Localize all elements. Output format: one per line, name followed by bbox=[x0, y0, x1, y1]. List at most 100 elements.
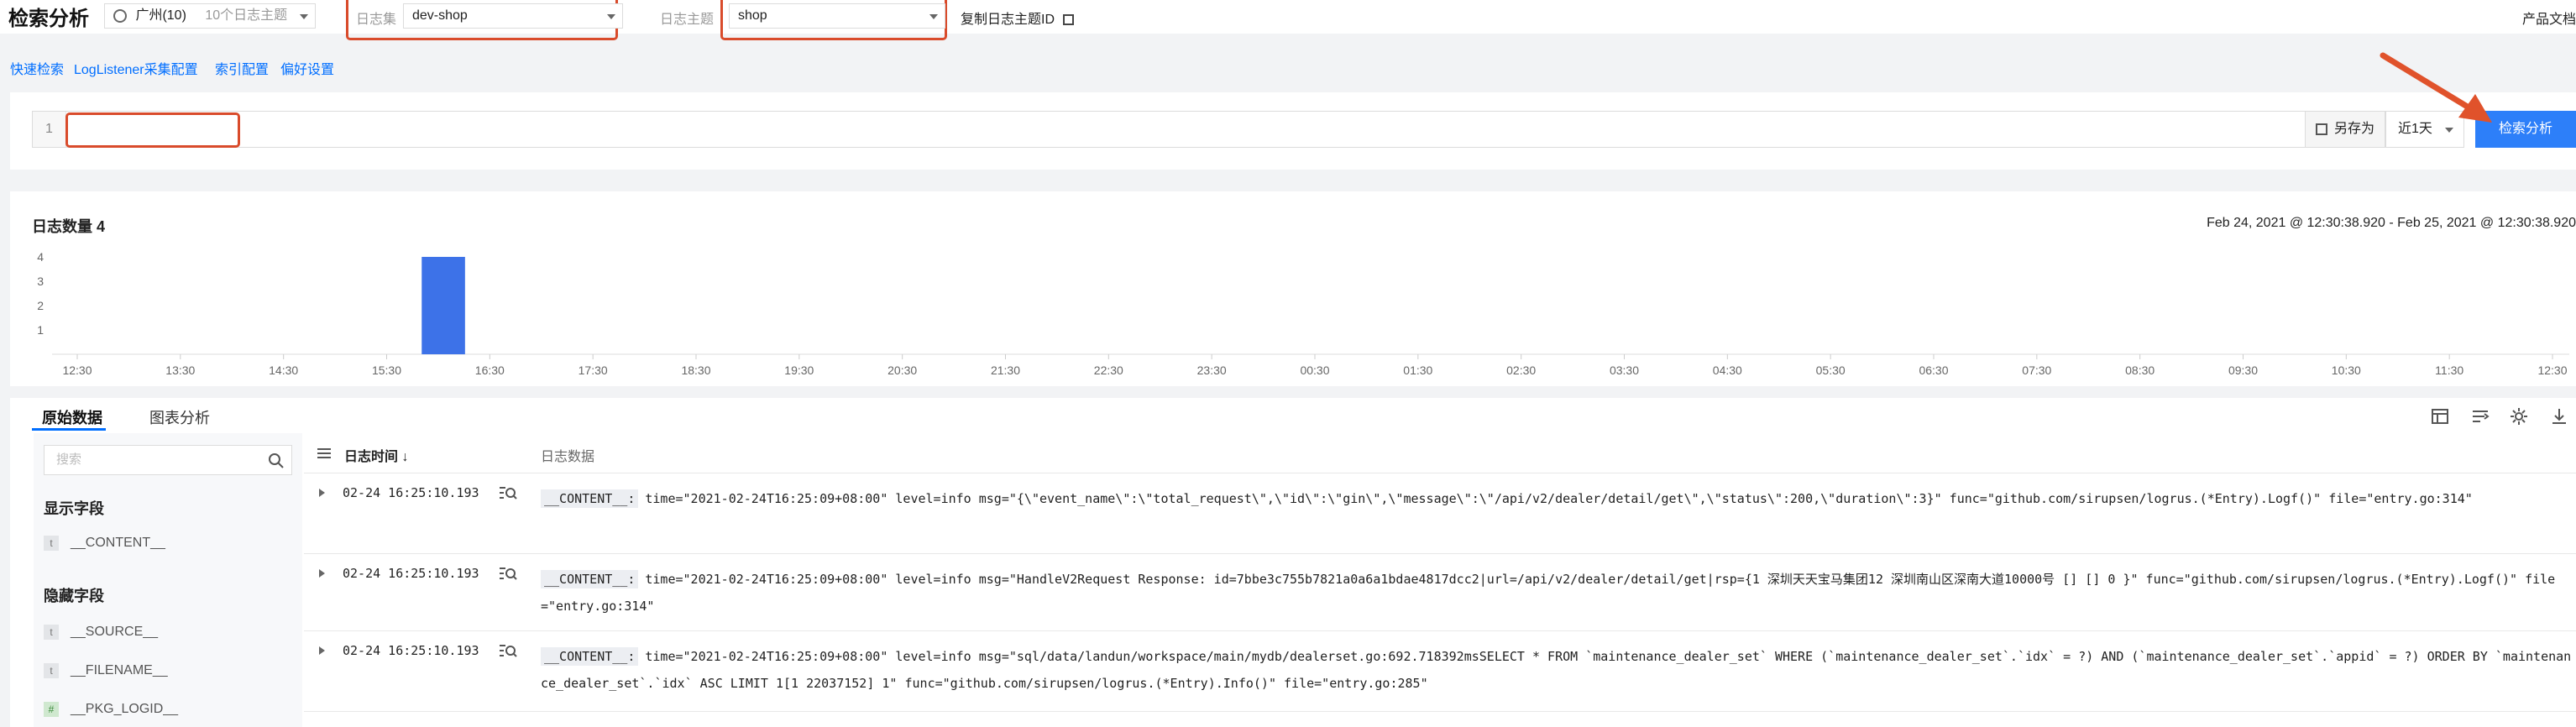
x-tick-label: 17:30 bbox=[579, 364, 608, 377]
x-tick-label: 12:30 bbox=[62, 364, 92, 377]
content-key: __CONTENT__: bbox=[541, 570, 639, 588]
globe-icon bbox=[113, 8, 127, 23]
columns-icon[interactable] bbox=[316, 447, 332, 460]
chart-title: 日志数量 4 bbox=[32, 218, 106, 235]
link-quick-search[interactable]: 快速检索 bbox=[10, 58, 64, 78]
field-name: __FILENAME__ bbox=[71, 663, 168, 678]
row-time: 02-24 16:25:10.193 bbox=[343, 566, 479, 581]
x-tick-label: 18:30 bbox=[681, 364, 710, 377]
text-type-icon: t bbox=[44, 536, 59, 551]
product-doc-link[interactable]: 产品文档 bbox=[2522, 8, 2576, 28]
chevron-down-icon bbox=[929, 14, 938, 19]
row-time: 02-24 16:25:10.193 bbox=[343, 643, 479, 658]
x-tick-label: 21:30 bbox=[991, 364, 1020, 377]
table-row[interactable]: 02-24 16:25:10.193 __CONTENT__: time="202… bbox=[304, 631, 2576, 712]
field-name: __PKG_LOGID__ bbox=[71, 702, 179, 717]
hidden-fields-title: 隐藏字段 bbox=[44, 588, 104, 604]
tab-chart-analysis[interactable]: 图表分析 bbox=[149, 406, 210, 428]
logset-label: 日志集 bbox=[356, 13, 397, 27]
x-tick-label: 23:30 bbox=[1197, 364, 1227, 377]
annotation-arrow bbox=[2380, 52, 2492, 123]
x-tick-label: 04:30 bbox=[1713, 364, 1742, 377]
query-panel: 1 bbox=[10, 92, 2576, 170]
col-log-time[interactable]: 日志时间 ↓ bbox=[344, 445, 408, 465]
field-search-placeholder: 搜索 bbox=[56, 452, 82, 467]
text-type-icon: t bbox=[44, 625, 59, 640]
region-label: 广州(10) bbox=[135, 8, 186, 23]
sort-down-icon: ↓ bbox=[401, 450, 409, 464]
field-item[interactable]: t __FILENAME__ bbox=[44, 663, 168, 678]
context-search-icon[interactable] bbox=[499, 566, 517, 583]
y-tick-label: 4 bbox=[37, 250, 44, 264]
x-tick-label: 06:30 bbox=[1919, 364, 1948, 377]
layout-icon[interactable] bbox=[2430, 406, 2450, 426]
x-tick-label: 15:30 bbox=[372, 364, 401, 377]
context-search-icon[interactable] bbox=[499, 643, 517, 660]
link-bar: 快速检索 LogListener采集配置 索引配置 偏好设置 bbox=[0, 48, 2576, 81]
chevron-down-icon bbox=[2445, 128, 2453, 133]
x-tick-label: 12:30 bbox=[2537, 364, 2567, 377]
col-log-time-label: 日志时间 bbox=[344, 450, 399, 464]
x-tick-label: 01:30 bbox=[1403, 364, 1432, 377]
tab-raw-data[interactable]: 原始数据 bbox=[42, 406, 102, 428]
link-index-config[interactable]: 索引配置 bbox=[215, 58, 269, 78]
x-tick-label: 07:30 bbox=[2022, 364, 2051, 377]
line-number: 1 bbox=[33, 112, 66, 147]
x-tick-label: 16:30 bbox=[475, 364, 505, 377]
expand-arrow-icon[interactable] bbox=[319, 569, 325, 578]
gear-icon[interactable] bbox=[2509, 406, 2529, 426]
shown-fields-title: 显示字段 bbox=[44, 500, 104, 517]
link-loglistener-config[interactable]: LogListener采集配置 bbox=[74, 58, 198, 78]
content-key: __CONTENT__: bbox=[541, 647, 639, 666]
x-tick-label: 20:30 bbox=[887, 364, 917, 377]
context-search-icon[interactable] bbox=[499, 485, 517, 502]
col-log-data: 日志数据 bbox=[541, 450, 595, 464]
logset-value: dev-shop bbox=[412, 8, 468, 23]
x-tick-label: 00:30 bbox=[1300, 364, 1329, 377]
expand-arrow-icon[interactable] bbox=[319, 489, 325, 497]
field-search-input[interactable]: 搜索 bbox=[44, 445, 292, 475]
field-item[interactable]: t __SOURCE__ bbox=[44, 625, 158, 640]
log-count-chart: 1 2 3 4 12:30 13:30 14:30 15:30 16:30 17:30 18:30 1… bbox=[37, 250, 2569, 377]
table-row[interactable]: 02-24 16:25:10.193 __CONTENT__: time="202… bbox=[304, 554, 2576, 631]
expand-arrow-icon[interactable] bbox=[319, 646, 325, 655]
copy-topic-id-label: 复制日志主题ID bbox=[961, 13, 1055, 27]
topic-count: 10个日志主题 bbox=[205, 8, 288, 23]
download-icon[interactable] bbox=[2549, 406, 2569, 426]
chevron-down-icon bbox=[300, 14, 308, 19]
x-tick-label: 11:30 bbox=[2435, 364, 2463, 377]
page-title: 检索分析 bbox=[8, 8, 89, 30]
field-item[interactable]: t __CONTENT__ bbox=[44, 536, 165, 551]
row-time: 02-24 16:25:10.193 bbox=[343, 485, 479, 500]
field-item[interactable]: # __PKG_LOGID__ bbox=[44, 702, 178, 717]
x-tick-label: 13:30 bbox=[165, 364, 195, 377]
text-type-icon: t bbox=[44, 663, 59, 678]
number-type-icon: # bbox=[44, 702, 59, 717]
link-preferences[interactable]: 偏好设置 bbox=[280, 58, 334, 78]
y-tick-label: 3 bbox=[37, 275, 44, 288]
content-text: time="2021-02-24T16:25:09+08:00" level=i… bbox=[645, 491, 2473, 506]
y-tick-label: 2 bbox=[37, 299, 44, 312]
table-row[interactable]: 02-24 16:25:10.193 __CONTENT__: time="202… bbox=[304, 473, 2576, 554]
query-editor[interactable]: 1 bbox=[32, 111, 2314, 148]
x-tick-label: 05:30 bbox=[1816, 364, 1846, 377]
x-tick-label: 02:30 bbox=[1506, 364, 1536, 377]
field-name: __CONTENT__ bbox=[71, 536, 165, 551]
x-tick-label: 03:30 bbox=[1610, 364, 1639, 377]
wrap-icon[interactable] bbox=[2470, 406, 2490, 426]
x-tick-label: 10:30 bbox=[2332, 364, 2361, 377]
copy-topic-id-button[interactable]: 复制日志主题ID bbox=[961, 8, 1075, 28]
logset-select[interactable]: dev-shop bbox=[403, 3, 623, 29]
x-tick-label: 09:30 bbox=[2228, 364, 2258, 377]
copy-icon bbox=[1063, 14, 1075, 26]
row-content: __CONTENT__: time="2021-02-24T16:25:09+08… bbox=[541, 643, 2573, 697]
top-bar: 检索分析 广州(10) 10个日志主题 日志集 dev-shop 日志主题 sh… bbox=[0, 0, 2576, 40]
save-icon bbox=[2316, 123, 2327, 135]
row-content: __CONTENT__: time="2021-02-24T16:25:09+08… bbox=[541, 485, 2573, 512]
region-select[interactable]: 广州(10) 10个日志主题 bbox=[104, 3, 316, 29]
topic-select[interactable]: shop bbox=[729, 3, 945, 29]
field-sidebar bbox=[34, 433, 302, 727]
field-name: __SOURCE__ bbox=[71, 625, 159, 640]
chevron-down-icon bbox=[607, 14, 615, 19]
search-icon bbox=[269, 453, 284, 468]
